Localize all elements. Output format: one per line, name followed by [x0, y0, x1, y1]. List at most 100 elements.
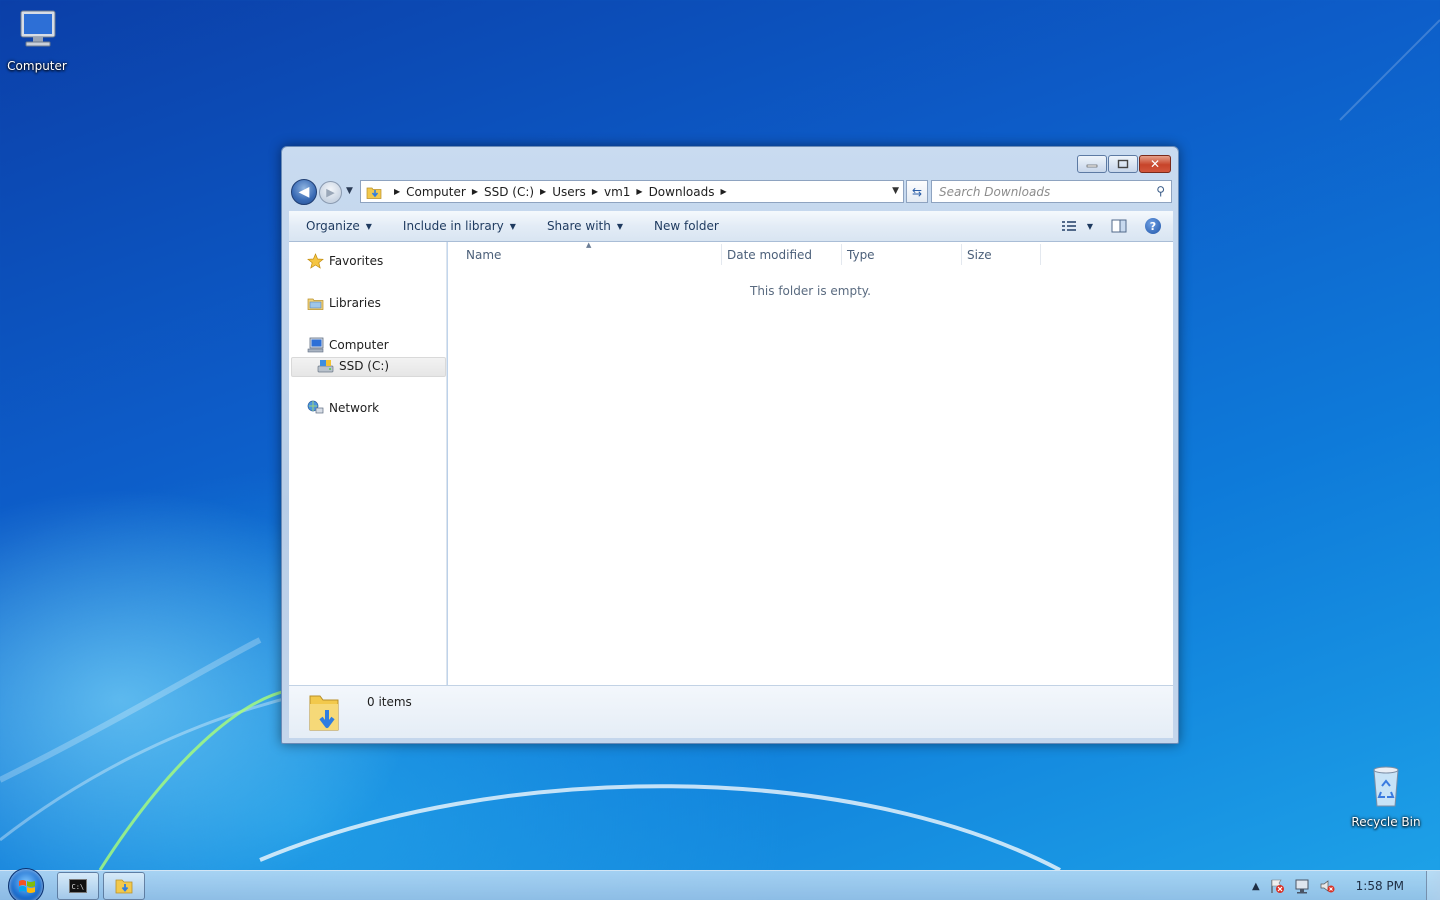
taskbar-button-explorer[interactable] [103, 872, 145, 900]
explorer-window: ✕ ◀ ▶ ▼ ▶ Computer ▶ SSD (C:) ▶ Users ▶ … [281, 146, 1179, 744]
maximize-button[interactable] [1108, 155, 1138, 173]
minimize-icon [1086, 164, 1098, 168]
forward-button[interactable]: ▶ [319, 181, 342, 204]
nav-item-computer[interactable]: Computer [307, 337, 389, 353]
desktop-icon-computer[interactable]: Computer [0, 8, 77, 73]
computer-icon [20, 10, 56, 47]
include-in-library-button[interactable]: Include in library ▼ [403, 219, 516, 233]
nav-item-label: Network [329, 401, 380, 415]
speaker-muted-icon [1320, 880, 1335, 893]
nav-item-favorites[interactable]: Favorites [307, 253, 383, 269]
nav-item-label: Favorites [329, 254, 384, 268]
desktop-icon-label: Computer [7, 59, 67, 73]
breadcrumb-downloads[interactable]: Downloads [649, 185, 715, 199]
refresh-button[interactable]: ⇆ [906, 180, 928, 203]
close-icon: ✕ [1149, 157, 1161, 171]
network-icon [307, 400, 324, 414]
flag-warning-icon [1271, 879, 1284, 893]
start-button[interactable] [8, 868, 44, 900]
nav-item-label: SSD (C:) [339, 359, 390, 373]
search-placeholder: Search Downloads [939, 184, 1051, 199]
system-tray: ▲ 1:58 PM [1252, 871, 1440, 900]
navigation-pane: Favorites Libraries Computer SSD (C:) Ne… [289, 242, 447, 685]
column-divider[interactable] [841, 244, 842, 265]
column-label: Date modified [727, 247, 813, 262]
recycle-bin-icon [1373, 766, 1399, 807]
empty-folder-message: This folder is empty. [750, 284, 871, 298]
minimize-button[interactable] [1077, 155, 1107, 173]
nav-item-libraries[interactable]: Libraries [307, 295, 381, 311]
downloads-folder-icon [366, 187, 382, 199]
column-label: Name [466, 247, 502, 262]
libraries-icon [307, 298, 324, 310]
nav-item-network[interactable]: Network [307, 400, 379, 416]
address-dropdown-icon[interactable]: ▼ [892, 186, 899, 196]
action-center-icon[interactable] [1269, 878, 1285, 894]
breadcrumb-label: SSD (C:) [483, 184, 535, 199]
star-icon [307, 253, 324, 269]
breadcrumb-ssd[interactable]: SSD (C:) [484, 185, 534, 199]
desktop-icon-recycle-bin[interactable]: Recycle Bin [1346, 764, 1426, 829]
column-divider[interactable] [721, 244, 722, 265]
refresh-icon: ⇆ [911, 184, 923, 199]
nav-item-ssd[interactable]: SSD (C:) [317, 358, 389, 374]
address-bar[interactable]: ▶ Computer ▶ SSD (C:) ▶ Users ▶ vm1 ▶ Do… [360, 180, 904, 203]
column-header-type[interactable]: Type [847, 242, 875, 267]
column-label: Size [967, 247, 992, 262]
column-label: Type [847, 247, 875, 262]
chevron-up-icon: ▲ [1251, 880, 1260, 892]
command-prompt-icon: C:\ [69, 879, 87, 893]
breadcrumb-computer[interactable]: Computer [406, 185, 466, 199]
breadcrumb-separator-icon[interactable]: ▶ [472, 187, 478, 196]
search-icon[interactable]: ⚲ [1156, 184, 1165, 198]
taskbar-button-command-prompt[interactable]: C:\ [57, 872, 99, 900]
new-folder-label: New folder [654, 219, 719, 233]
breadcrumb-separator-icon[interactable]: ▶ [592, 187, 598, 196]
breadcrumb-separator-icon[interactable]: ▶ [636, 187, 642, 196]
new-folder-button[interactable]: New folder [654, 219, 719, 233]
clock[interactable]: 1:58 PM [1356, 879, 1404, 893]
chevron-down-icon: ▼ [1086, 221, 1093, 231]
breadcrumb-users[interactable]: Users [552, 185, 586, 199]
network-monitor-icon [1295, 879, 1309, 894]
share-with-button[interactable]: Share with ▼ [547, 219, 623, 233]
network-status-icon[interactable] [1294, 878, 1310, 894]
show-hidden-icons-button[interactable]: ▲ [1252, 881, 1260, 892]
item-count: 0 items [367, 695, 412, 709]
caption-buttons: ✕ [1077, 155, 1171, 173]
back-button[interactable]: ◀ [291, 179, 317, 205]
change-view-button[interactable]: ▼ [1061, 219, 1093, 233]
organize-button[interactable]: Organize ▼ [306, 219, 372, 233]
details-pane: 0 items [289, 685, 1173, 738]
breadcrumb-label: Downloads [648, 184, 715, 199]
windows-logo-icon [19, 880, 35, 893]
organize-label: Organize [306, 219, 360, 233]
chevron-down-icon: ▼ [365, 221, 372, 231]
downloads-folder-icon [309, 695, 339, 731]
column-divider[interactable] [1040, 244, 1041, 265]
file-list[interactable]: ▲ Name Date modified Type Size This fold… [448, 241, 1173, 685]
volume-icon[interactable] [1319, 878, 1335, 894]
svg-text:C:\: C:\ [72, 883, 85, 891]
breadcrumb-separator-icon[interactable]: ▶ [540, 187, 546, 196]
chevron-down-icon: ▼ [509, 221, 516, 231]
breadcrumb-separator-icon[interactable]: ▶ [394, 187, 400, 196]
preview-pane-button[interactable] [1111, 219, 1127, 233]
recent-pages-button[interactable]: ▼ [346, 186, 353, 196]
breadcrumb-vm1[interactable]: vm1 [604, 185, 630, 199]
help-icon[interactable]: ? [1145, 218, 1161, 234]
navigation-bar: ◀ ▶ ▼ ▶ Computer ▶ SSD (C:) ▶ Users ▶ vm… [290, 179, 1172, 205]
show-desktop-button[interactable] [1426, 871, 1440, 900]
column-header-name[interactable]: Name [466, 242, 501, 267]
nav-item-label: Computer [329, 338, 389, 352]
breadcrumb-label: Computer [406, 184, 466, 199]
close-button[interactable]: ✕ [1139, 155, 1171, 173]
details-view-icon [1061, 221, 1076, 231]
column-divider[interactable] [961, 244, 962, 265]
column-header-size[interactable]: Size [967, 242, 992, 267]
share-with-label: Share with [546, 219, 611, 233]
column-header-date-modified[interactable]: Date modified [727, 242, 812, 267]
search-input[interactable]: Search Downloads ⚲ [931, 180, 1172, 203]
breadcrumb-label: vm1 [603, 184, 631, 199]
breadcrumb-separator-icon[interactable]: ▶ [720, 187, 726, 196]
